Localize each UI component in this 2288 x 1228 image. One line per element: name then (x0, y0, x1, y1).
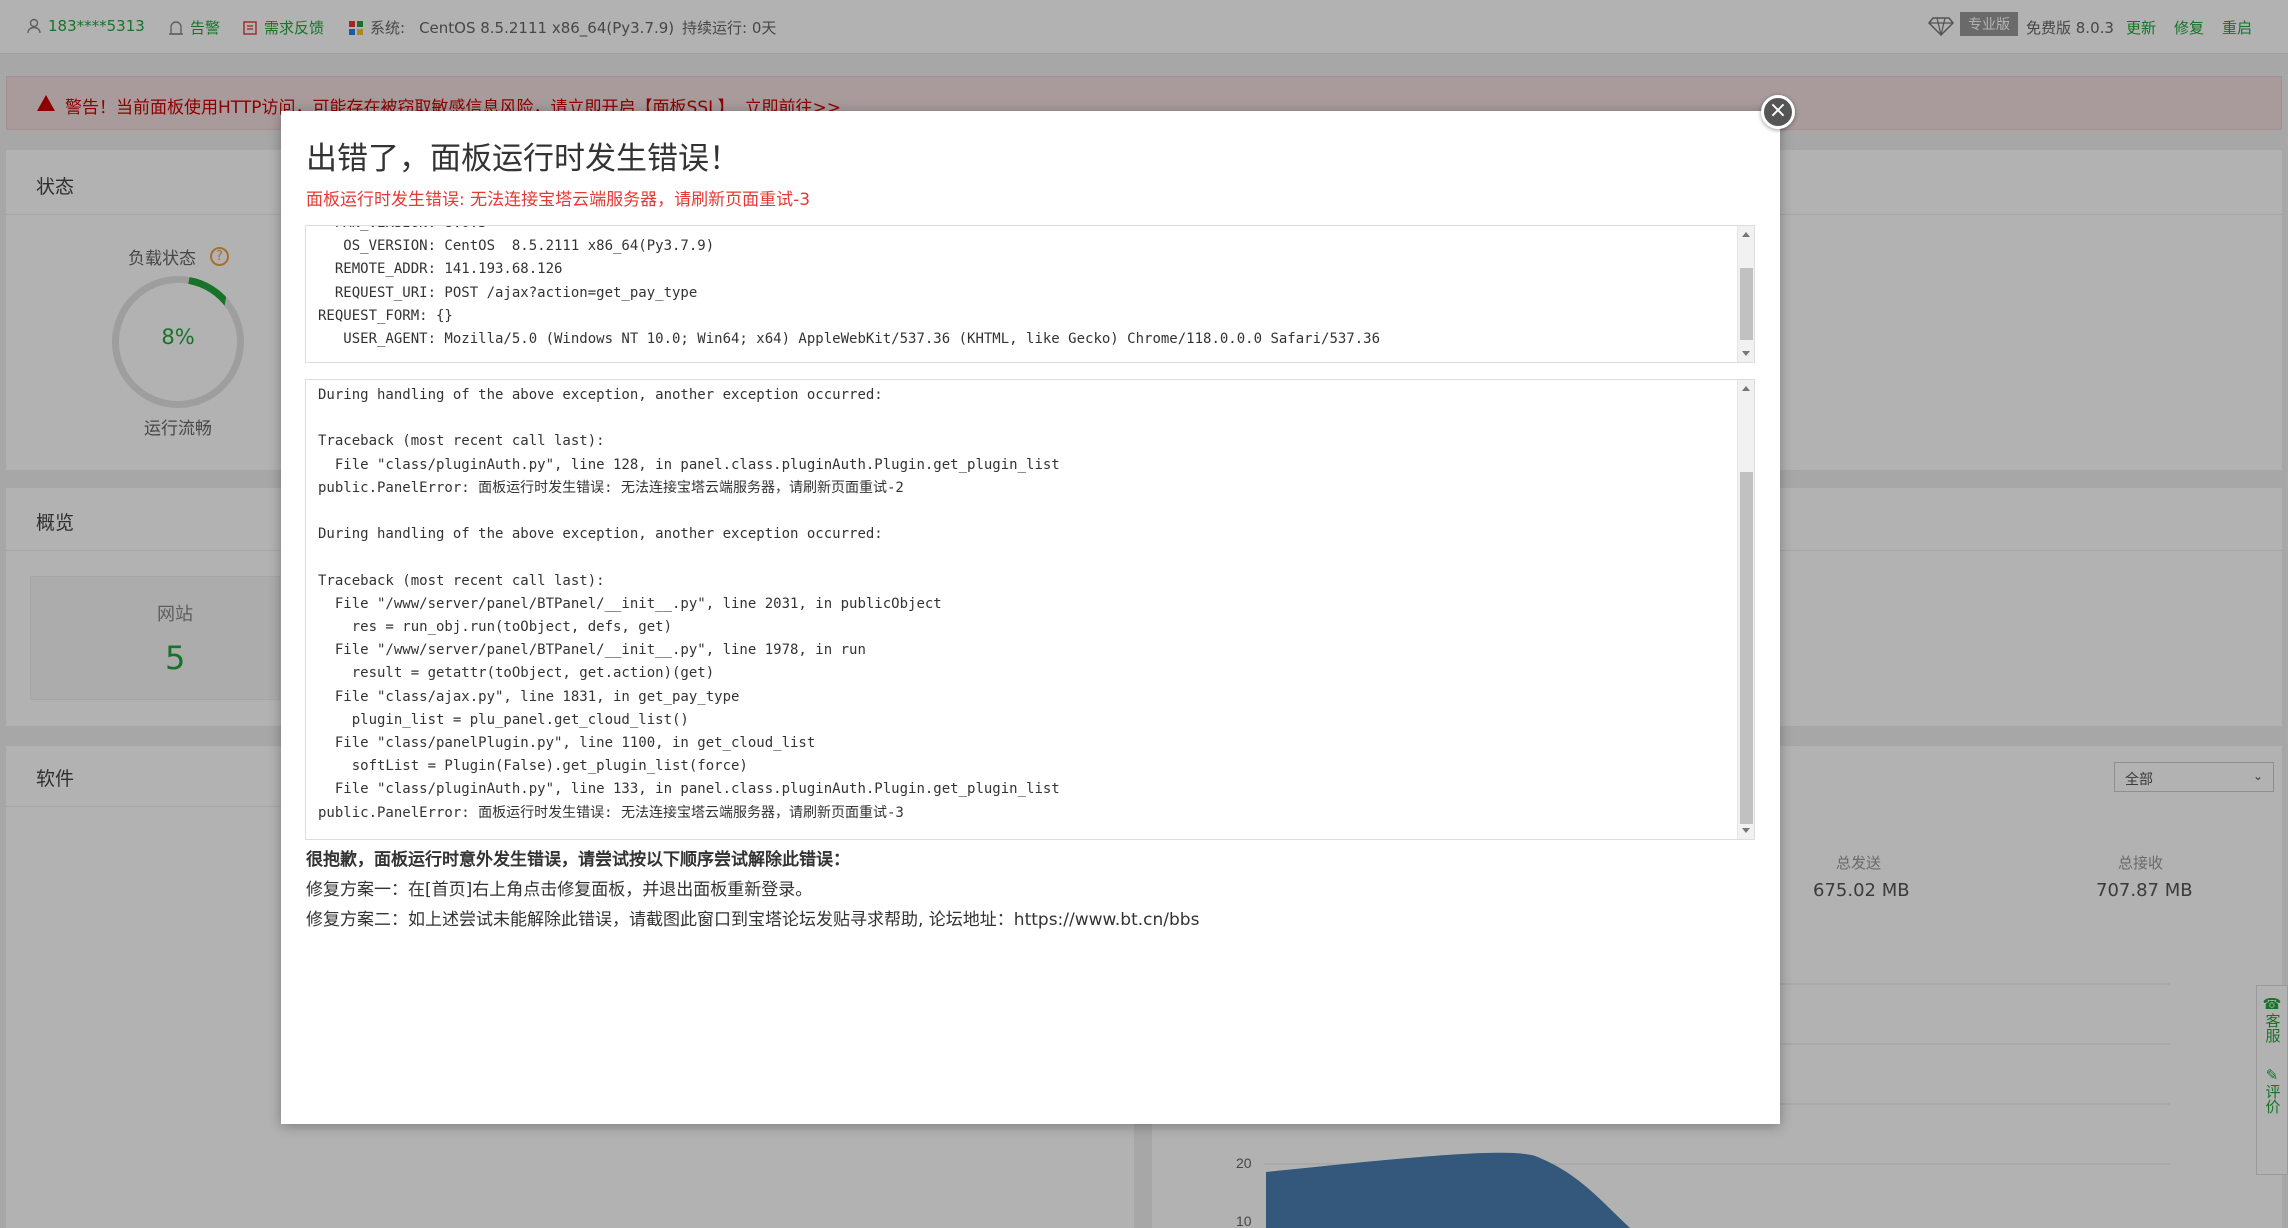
code-line: softList = Plugin(False).get_plugin_list… (318, 758, 748, 775)
code-line: During handling of the above exception, … (318, 387, 883, 403)
code-line: plugin_list = plu_panel.get_cloud_list() (318, 711, 689, 728)
scroll-down-icon[interactable] (1742, 828, 1750, 833)
code-line: public.PanelError: 面板运行时发生错误: 无法连接宝塔云端服务… (318, 804, 904, 821)
code-line: REQUEST_FORM: {} (318, 307, 453, 324)
code-line: REMOTE_ADDR: 141.193.68.126 (318, 261, 563, 278)
fix-two: 修复方案二：如上述尝试未能解除此错误，请截图此窗口到宝塔论坛发贴寻求帮助, 论坛… (306, 910, 1200, 930)
code-line: USER_AGENT: Mozilla/5.0 (Windows NT 10.0… (318, 331, 1381, 348)
code-line: REQUEST_URI: POST /ajax?action=get_pay_t… (318, 284, 698, 301)
scrollbar[interactable] (1737, 226, 1754, 362)
code-line: result = getattr(toObject, get.action)(g… (318, 665, 715, 682)
traceback-text: During handling of the above exception, … (306, 380, 1754, 825)
code-line: File "class/panelPlugin.py", line 1100, … (318, 735, 816, 752)
scrollbar[interactable] (1737, 380, 1754, 839)
error-dialog: 出错了，面板运行时发生错误！ 面板运行时发生错误: 无法连接宝塔云端服务器，请刷… (281, 111, 1780, 1124)
code-line: Traceback (most recent call last): (318, 433, 605, 450)
scroll-up-icon[interactable] (1742, 232, 1750, 237)
fix-one: 修复方案一：在[首页]右上角点击修复面板，并退出面板重新登录。 (306, 880, 813, 900)
code-line: OS_VERSION: CentOS 8.5.2111 x86_64(Py3.7… (318, 238, 715, 255)
scroll-up-icon[interactable] (1742, 386, 1750, 391)
code-line: File "/www/server/panel/BTPanel/__init__… (318, 595, 942, 612)
code-line: Traceback (most recent call last): (318, 572, 605, 589)
code-line: PAN_VERSION: 8.0.3 (318, 226, 1754, 235)
code-line: File "class/ajax.py", line 1831, in get_… (318, 688, 740, 705)
code-line: File "/www/server/panel/BTPanel/__init__… (318, 642, 866, 659)
dialog-title: 出错了，面板运行时发生错误！ (306, 141, 740, 177)
close-icon[interactable]: × (1761, 95, 1795, 129)
code-line: File "class/pluginAuth.py", line 133, in… (318, 781, 1060, 798)
env-info-text: PAN_VERSION: 8.0.3 OS_VERSION: CentOS 8.… (306, 226, 1754, 351)
help-title: 很抱歉，面板运行时意外发生错误，请尝试按以下顺序尝试解除此错误： (306, 850, 850, 870)
code-line: public.PanelError: 面板运行时发生错误: 无法连接宝塔云端服务… (318, 479, 904, 496)
traceback-box[interactable]: During handling of the above exception, … (305, 379, 1755, 840)
scrollbar-thumb[interactable] (1740, 472, 1753, 824)
dialog-subtitle: 面板运行时发生错误: 无法连接宝塔云端服务器，请刷新页面重试-3 (306, 190, 811, 210)
code-line: During handling of the above exception, … (318, 526, 883, 543)
env-info-box[interactable]: PAN_VERSION: 8.0.3 OS_VERSION: CentOS 8.… (305, 225, 1755, 363)
code-line: res = run_obj.run(toObject, defs, get) (318, 619, 673, 636)
scrollbar-thumb[interactable] (1740, 268, 1753, 340)
code-line: File "class/pluginAuth.py", line 128, in… (318, 456, 1060, 473)
scroll-down-icon[interactable] (1742, 351, 1750, 356)
